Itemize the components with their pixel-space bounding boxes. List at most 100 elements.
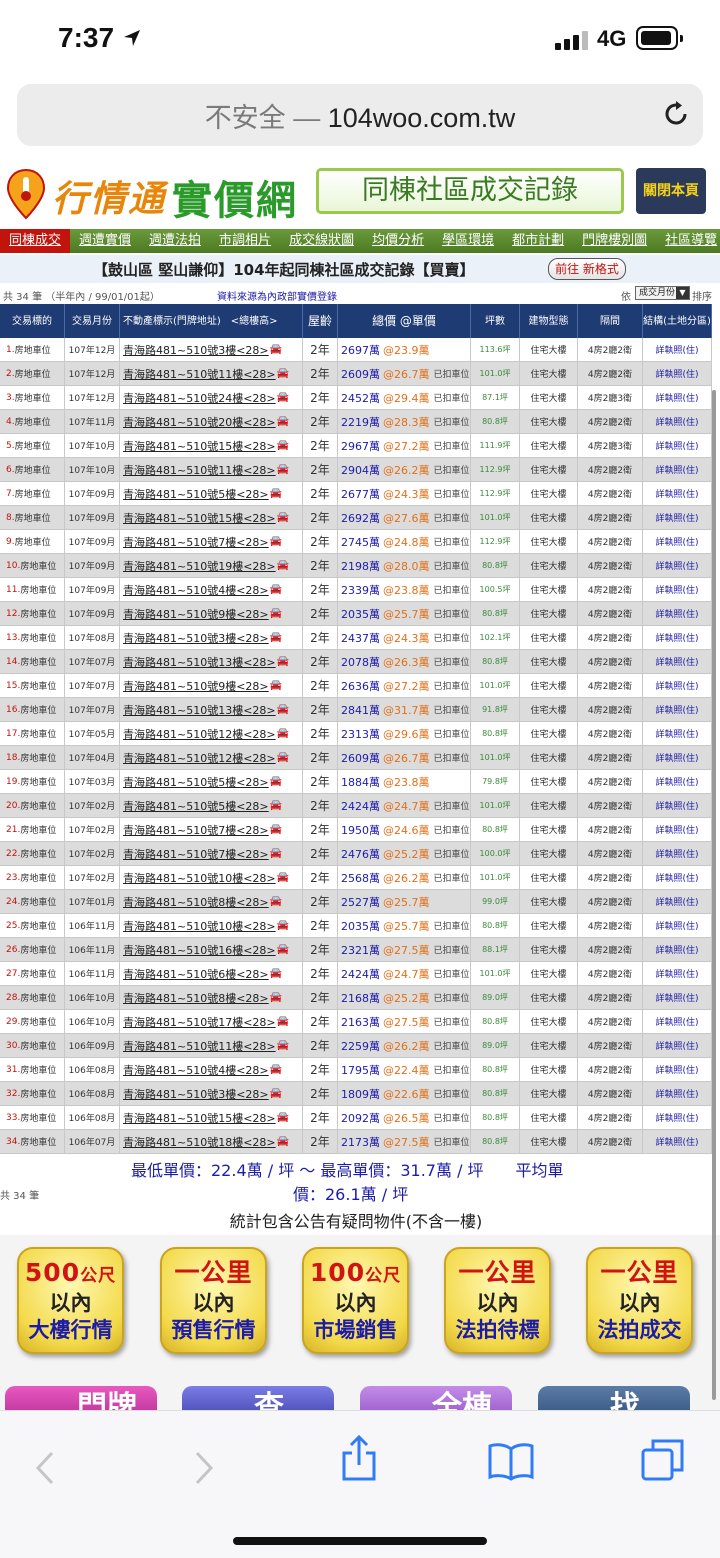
nav-item-6[interactable]: 學區環境 (433, 229, 503, 253)
address-link[interactable]: 青海路481~510號15樓<28> (123, 510, 276, 526)
license-detail-link[interactable]: 詳執照(住) (643, 770, 712, 793)
nav-item-9[interactable]: 社區導覽 (656, 229, 720, 253)
forward-icon[interactable] (193, 1451, 215, 1485)
quick-link-button-1[interactable]: 一公里 以內 預售行情 (160, 1247, 267, 1354)
address-link[interactable]: 青海路481~510號3樓<28> (123, 630, 269, 646)
home-indicator[interactable] (233, 1537, 487, 1545)
license-detail-link[interactable]: 詳執照(住) (643, 698, 712, 721)
nav-item-7[interactable]: 都市計劃 (503, 229, 573, 253)
license-detail-link[interactable]: 詳執照(住) (643, 650, 712, 673)
license-detail-link[interactable]: 詳執照(住) (643, 794, 712, 817)
address-link[interactable]: 青海路481~510號12樓<28> (123, 750, 276, 766)
license-detail-link[interactable]: 詳執照(住) (643, 746, 712, 769)
nav-item-5[interactable]: 均價分析 (363, 229, 433, 253)
reload-icon[interactable] (660, 98, 692, 130)
quick-link-row2-button-1[interactable]: 查 (182, 1386, 334, 1410)
cell-address[interactable]: 青海路481~510號5樓<28> 🚘 (120, 770, 303, 793)
cell-address[interactable]: 青海路481~510號20樓<28> 🚘 (120, 410, 303, 433)
cell-address[interactable]: 青海路481~510號7樓<28> 🚘 (120, 530, 303, 553)
license-detail-link[interactable]: 詳執照(住) (643, 458, 712, 481)
address-link[interactable]: 青海路481~510號20樓<28> (123, 414, 276, 430)
new-format-button[interactable]: 前往 新格式 (548, 258, 626, 280)
address-link[interactable]: 青海路481~510號11樓<28> (123, 462, 276, 478)
cell-address[interactable]: 青海路481~510號12樓<28> 🚘 (120, 746, 303, 769)
address-bar[interactable]: 不安全 — 104woo.com.tw (17, 84, 703, 146)
nav-item-1[interactable]: 週遭實價 (70, 229, 140, 253)
address-link[interactable]: 青海路481~510號17樓<28> (123, 1014, 276, 1030)
address-link[interactable]: 青海路481~510號9樓<28> (123, 678, 269, 694)
address-link[interactable]: 青海路481~510號3樓<28> (123, 342, 269, 358)
cell-address[interactable]: 青海路481~510號4樓<28> 🚘 (120, 578, 303, 601)
address-link[interactable]: 青海路481~510號7樓<28> (123, 822, 269, 838)
cell-address[interactable]: 青海路481~510號9樓<28> 🚘 (120, 674, 303, 697)
address-link[interactable]: 青海路481~510號7樓<28> (123, 846, 269, 862)
license-detail-link[interactable]: 詳執照(住) (643, 554, 712, 577)
quick-link-row2-button-2[interactable]: 全棟 (360, 1386, 512, 1410)
cell-address[interactable]: 青海路481~510號16樓<28> 🚘 (120, 938, 303, 961)
address-link[interactable]: 青海路481~510號10樓<28> (123, 870, 276, 886)
nav-item-3[interactable]: 市調相片 (210, 229, 280, 253)
license-detail-link[interactable]: 詳執照(住) (643, 674, 712, 697)
license-detail-link[interactable]: 詳執照(住) (643, 818, 712, 841)
cell-address[interactable]: 青海路481~510號9樓<28> 🚘 (120, 602, 303, 625)
address-link[interactable]: 青海路481~510號8樓<28> (123, 894, 269, 910)
bookmarks-icon[interactable] (487, 1441, 535, 1481)
address-link[interactable]: 青海路481~510號3樓<28> (123, 1086, 269, 1102)
cell-address[interactable]: 青海路481~510號8樓<28> 🚘 (120, 890, 303, 913)
nav-item-2[interactable]: 週遭法拍 (140, 229, 210, 253)
scrollbar[interactable] (712, 390, 716, 1400)
quick-link-row2-button-0[interactable]: 門牌 (5, 1386, 157, 1410)
license-detail-link[interactable]: 詳執照(住) (643, 578, 712, 601)
cell-address[interactable]: 青海路481~510號10樓<28> 🚘 (120, 866, 303, 889)
address-link[interactable]: 青海路481~510號16樓<28> (123, 942, 276, 958)
cell-address[interactable]: 青海路481~510號6樓<28> 🚘 (120, 962, 303, 985)
cell-address[interactable]: 青海路481~510號11樓<28> 🚘 (120, 362, 303, 385)
cell-address[interactable]: 青海路481~510號10樓<28> 🚘 (120, 914, 303, 937)
license-detail-link[interactable]: 詳執照(住) (643, 938, 712, 961)
cell-address[interactable]: 青海路481~510號8樓<28> 🚘 (120, 986, 303, 1009)
cell-address[interactable]: 青海路481~510號19樓<28> 🚘 (120, 554, 303, 577)
cell-address[interactable]: 青海路481~510號3樓<28> 🚘 (120, 1082, 303, 1105)
quick-link-button-0[interactable]: 500公尺 以內 大樓行情 (17, 1247, 124, 1354)
address-link[interactable]: 青海路481~510號13樓<28> (123, 654, 276, 670)
license-detail-link[interactable]: 詳執照(住) (643, 986, 712, 1009)
license-detail-link[interactable]: 詳執照(住) (643, 1082, 712, 1105)
address-link[interactable]: 青海路481~510號15樓<28> (123, 1110, 276, 1126)
nav-item-0[interactable]: 同棟成交 (0, 229, 71, 253)
cell-address[interactable]: 青海路481~510號15樓<28> 🚘 (120, 506, 303, 529)
cell-address[interactable]: 青海路481~510號13樓<28> 🚘 (120, 698, 303, 721)
tabs-icon[interactable] (640, 1437, 686, 1483)
license-detail-link[interactable]: 詳執照(住) (643, 914, 712, 937)
nav-item-4[interactable]: 成交線狀圖 (280, 229, 363, 253)
quick-link-button-3[interactable]: 一公里 以內 法拍待標 (444, 1247, 551, 1354)
license-detail-link[interactable]: 詳執照(住) (643, 1010, 712, 1033)
cell-address[interactable]: 青海路481~510號11樓<28> 🚘 (120, 458, 303, 481)
close-page-button[interactable]: 關閉本頁 (636, 168, 706, 214)
address-link[interactable]: 青海路481~510號13樓<28> (123, 702, 276, 718)
cell-address[interactable]: 青海路481~510號24樓<28> 🚘 (120, 386, 303, 409)
address-link[interactable]: 青海路481~510號6樓<28> (123, 966, 269, 982)
license-detail-link[interactable]: 詳執照(住) (643, 1130, 712, 1153)
address-link[interactable]: 青海路481~510號4樓<28> (123, 582, 269, 598)
address-link[interactable]: 青海路481~510號9樓<28> (123, 606, 269, 622)
quick-link-button-2[interactable]: 100公尺 以內 市場銷售 (302, 1247, 409, 1354)
back-icon[interactable] (34, 1451, 56, 1485)
license-detail-link[interactable]: 詳執照(住) (643, 506, 712, 529)
cell-address[interactable]: 青海路481~510號11樓<28> 🚘 (120, 1034, 303, 1057)
url-text[interactable]: 不安全 — 104woo.com.tw (17, 96, 703, 135)
address-link[interactable]: 青海路481~510號5樓<28> (123, 774, 269, 790)
cell-address[interactable]: 青海路481~510號5樓<28> 🚘 (120, 482, 303, 505)
cell-address[interactable]: 青海路481~510號18樓<28> 🚘 (120, 1130, 303, 1153)
license-detail-link[interactable]: 詳執照(住) (643, 362, 712, 385)
license-detail-link[interactable]: 詳執照(住) (643, 626, 712, 649)
sort-select[interactable]: 成交月份 ▼ (635, 286, 690, 300)
address-link[interactable]: 青海路481~510號7樓<28> (123, 534, 269, 550)
cell-address[interactable]: 青海路481~510號12樓<28> 🚘 (120, 722, 303, 745)
cell-address[interactable]: 青海路481~510號15樓<28> 🚘 (120, 1106, 303, 1129)
cell-address[interactable]: 青海路481~510號17樓<28> 🚘 (120, 1010, 303, 1033)
license-detail-link[interactable]: 詳執照(住) (643, 1034, 712, 1057)
cell-address[interactable]: 青海路481~510號15樓<28> 🚘 (120, 434, 303, 457)
nav-item-8[interactable]: 門牌樓別圖 (573, 229, 656, 253)
license-detail-link[interactable]: 詳執照(住) (643, 410, 712, 433)
license-detail-link[interactable]: 詳執照(住) (643, 866, 712, 889)
